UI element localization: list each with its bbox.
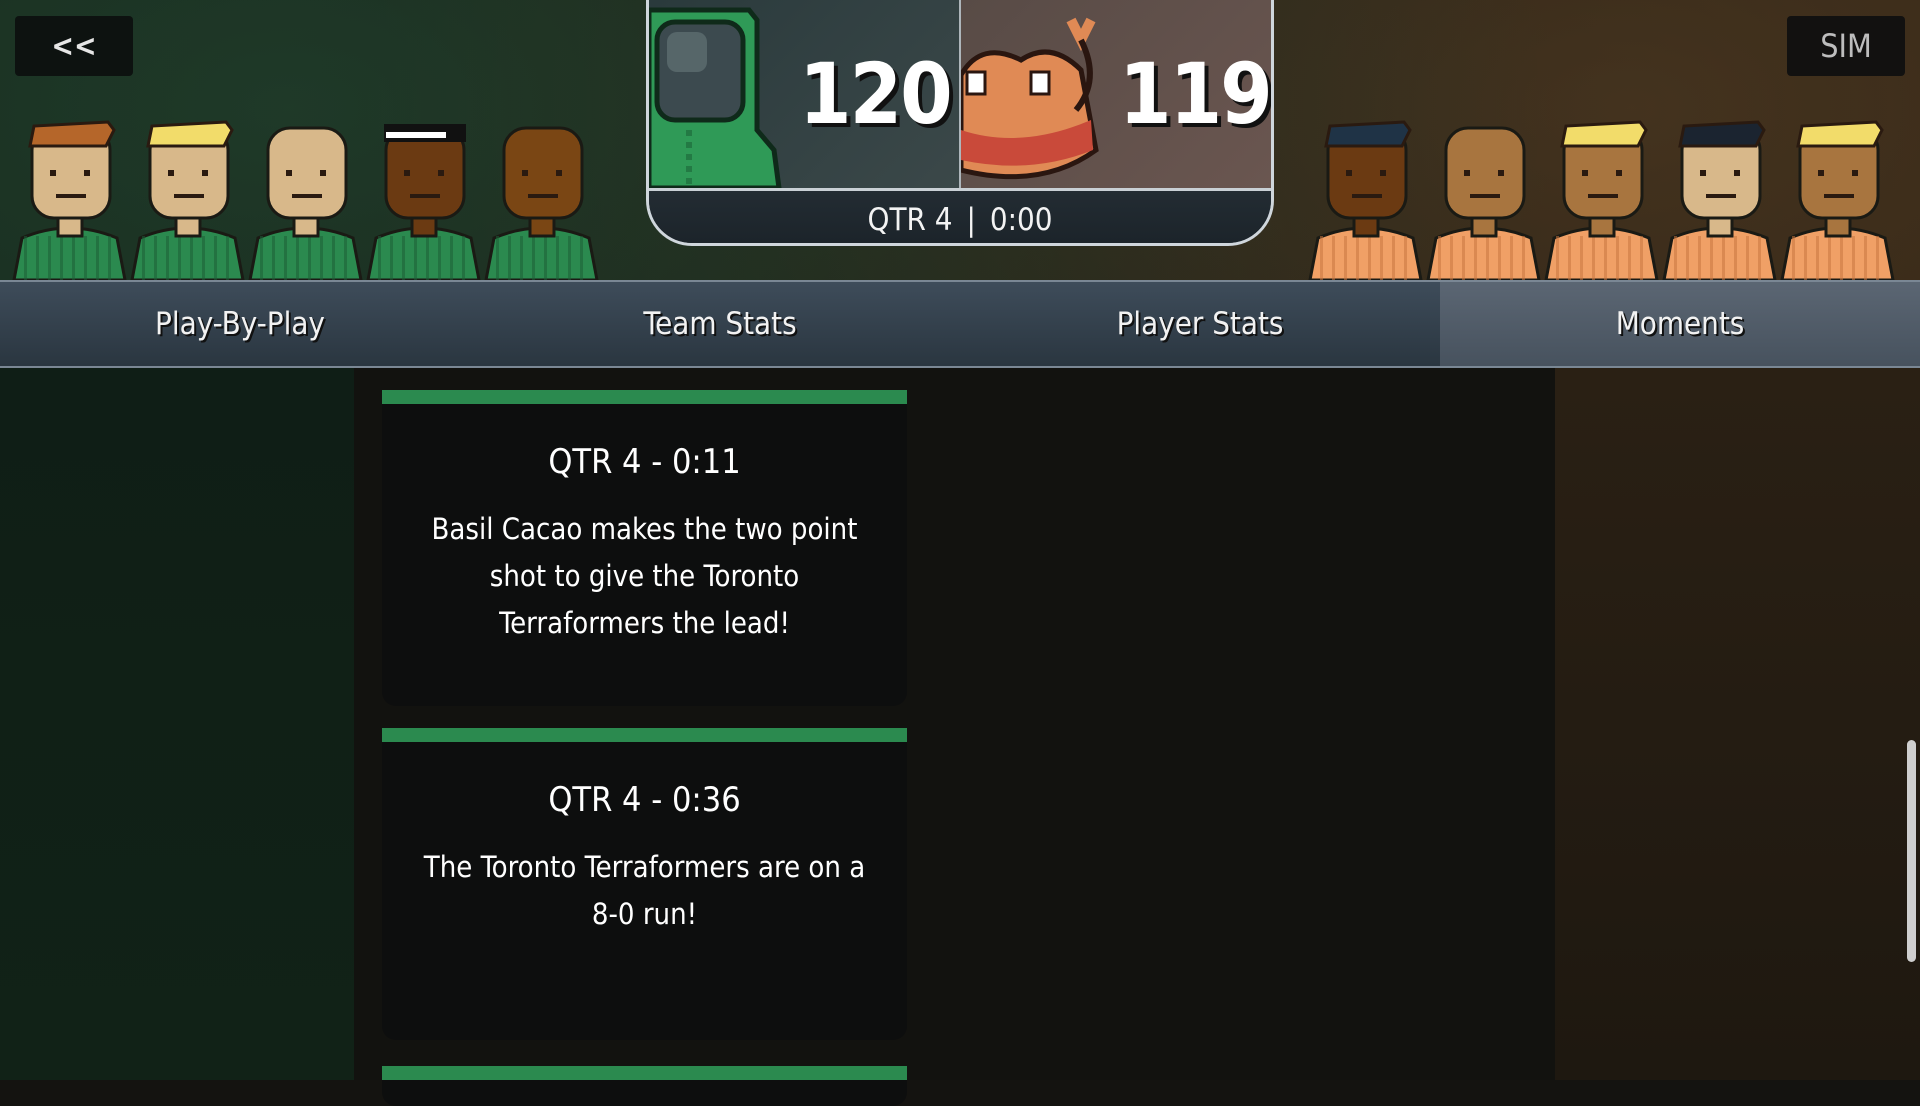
moment-description: The Toronto Terraformers are on a 8-0 ru… xyxy=(423,850,866,931)
player-avatar-icon xyxy=(1780,120,1895,280)
player-avatar-icon xyxy=(484,126,599,280)
roster-player xyxy=(484,118,599,280)
scrollbar-thumb[interactable] xyxy=(1907,740,1916,962)
player-avatar-icon xyxy=(12,120,127,280)
player-avatar-icon xyxy=(366,124,481,280)
away-roster xyxy=(1308,118,1908,280)
tab-bar: Play-By-Play Team Stats Player Stats Mom… xyxy=(0,280,1920,368)
roster-player xyxy=(1308,118,1423,280)
back-button[interactable]: << xyxy=(15,16,133,76)
player-avatar-icon xyxy=(1308,120,1423,280)
moment-card xyxy=(382,1066,907,1106)
left-gutter xyxy=(0,368,354,1080)
tab-moments[interactable]: Moments xyxy=(1440,282,1920,366)
home-roster xyxy=(12,118,612,280)
roster-player xyxy=(366,118,481,280)
scoreboard: 120 119 QTR 4 | 0:00 xyxy=(646,0,1274,246)
tab-play-by-play[interactable]: Play-By-Play xyxy=(0,282,480,366)
home-team-panel: 120 xyxy=(649,0,960,188)
home-score: 120 xyxy=(799,45,953,143)
roster-player xyxy=(1544,118,1659,280)
moment-accent-bar xyxy=(382,728,907,742)
away-score: 119 xyxy=(1119,45,1271,143)
player-avatar-icon xyxy=(1544,120,1659,280)
roster-player xyxy=(130,118,245,280)
player-avatar-icon xyxy=(1662,120,1777,280)
away-team-logo xyxy=(961,17,1099,180)
roster-player xyxy=(12,118,127,280)
quarter-label: QTR 4 xyxy=(867,202,953,238)
player-avatar-icon xyxy=(130,120,245,280)
moment-time: QTR 4 - 0:11 xyxy=(548,442,741,482)
moment-description: Basil Cacao makes the two point shot to … xyxy=(431,512,858,640)
moment-accent-bar xyxy=(382,390,907,404)
moment-card: QTR 4 - 0:36 The Toronto Terraformers ar… xyxy=(382,728,907,1040)
player-avatar-icon xyxy=(1426,126,1541,280)
roster-player xyxy=(1426,118,1541,280)
home-team-logo xyxy=(649,7,782,188)
sim-button[interactable]: SIM xyxy=(1787,16,1905,76)
moment-accent-bar xyxy=(382,1066,907,1080)
clock-separator: | xyxy=(966,202,976,238)
tab-player-stats[interactable]: Player Stats xyxy=(960,282,1440,366)
roster-player xyxy=(248,118,363,280)
clock-time: 0:00 xyxy=(989,202,1053,238)
moments-panel xyxy=(0,368,1920,1080)
moment-time: QTR 4 - 0:36 xyxy=(548,780,741,820)
right-gutter xyxy=(1555,368,1920,1080)
player-avatar-icon xyxy=(248,126,363,280)
away-team-panel: 119 xyxy=(961,0,1271,188)
tab-team-stats[interactable]: Team Stats xyxy=(480,282,960,366)
moment-card: QTR 4 - 0:11 Basil Cacao makes the two p… xyxy=(382,390,907,706)
roster-player xyxy=(1662,118,1777,280)
roster-player xyxy=(1780,118,1895,280)
game-clock: QTR 4 | 0:00 xyxy=(649,188,1271,243)
